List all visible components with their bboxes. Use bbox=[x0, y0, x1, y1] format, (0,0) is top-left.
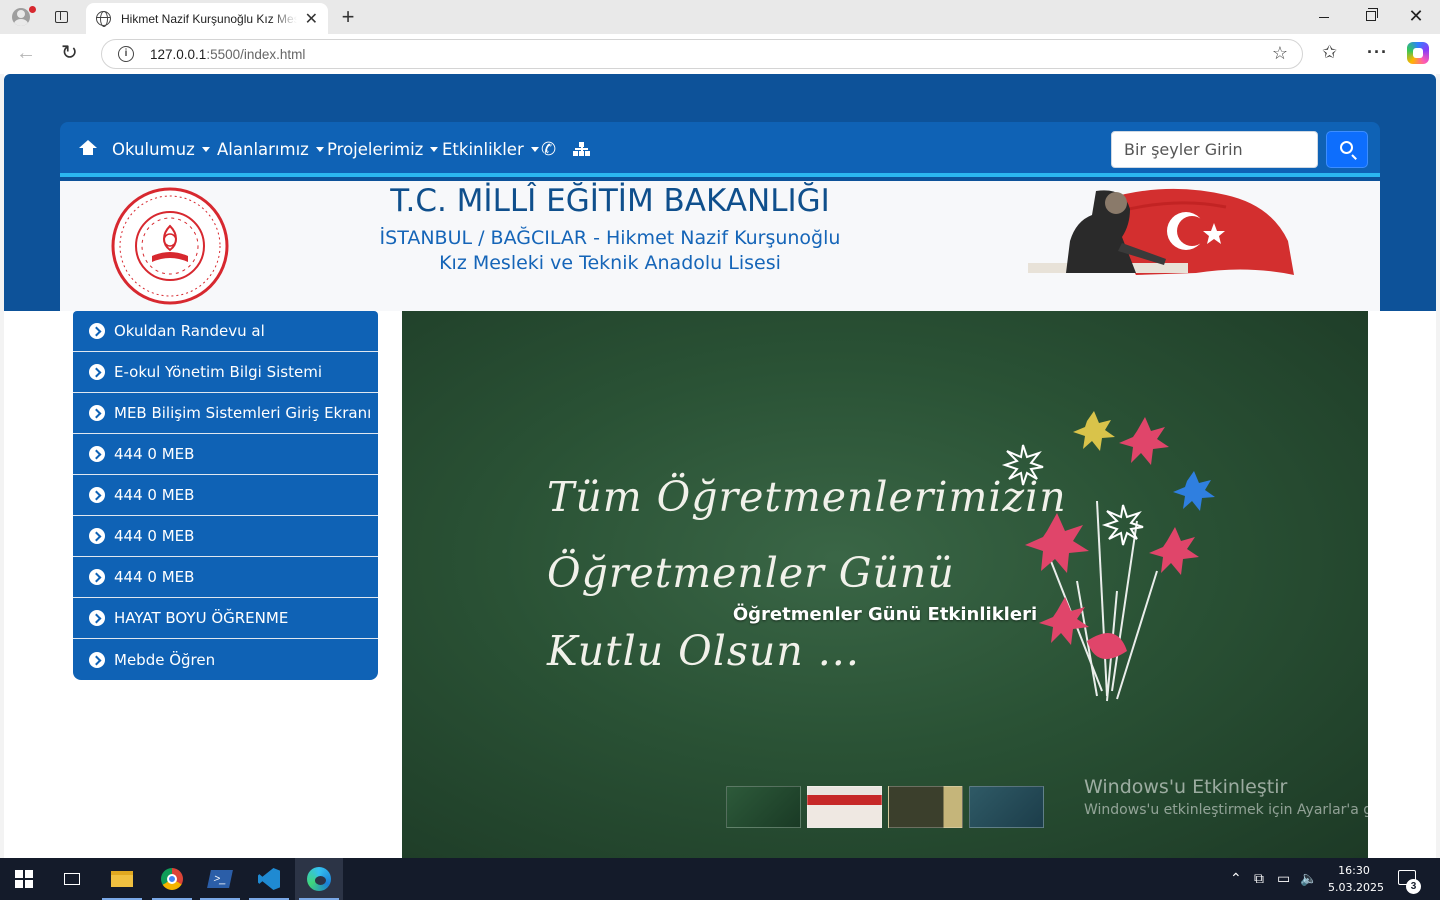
carousel-thumb[interactable] bbox=[969, 786, 1044, 828]
vscode-icon bbox=[258, 868, 280, 890]
chevron-circle-icon bbox=[89, 405, 105, 421]
sidebar-item-mebde-ogren[interactable]: Mebde Öğren bbox=[73, 639, 378, 680]
tab-actions-icon[interactable] bbox=[48, 5, 74, 29]
taskbar-clock[interactable]: 16:30 5.03.2025 bbox=[1328, 862, 1384, 896]
chevron-circle-icon bbox=[89, 446, 105, 462]
carousel-thumb[interactable] bbox=[807, 786, 882, 828]
chevron-circle-icon bbox=[89, 364, 105, 380]
taskbar-chrome[interactable] bbox=[148, 858, 196, 900]
browser-tab-active[interactable]: Hikmet Nazif Kurşunoğlu Kız Mesleki ve T… bbox=[86, 3, 328, 34]
main-navbar: Okulumuz Alanlarımız Projelerimiz Etkinl… bbox=[60, 122, 1380, 177]
task-view-button[interactable] bbox=[48, 858, 96, 900]
sidebar-item-444-0-meb[interactable]: 444 0 MEB bbox=[73, 516, 378, 557]
browser-tab-strip: Hikmet Nazif Kurşunoğlu Kız Mesleki ve T… bbox=[0, 0, 1440, 34]
slide-caption: Öğretmenler Günü Etkinlikleri bbox=[732, 604, 1038, 625]
more-menu-icon[interactable]: ··· bbox=[1367, 42, 1388, 63]
school-subtitle-line1: İSTANBUL / BAĞCILAR - Hikmet Nazif Kurşu… bbox=[379, 227, 841, 249]
nav-alanlarimiz[interactable]: Alanlarımız bbox=[217, 140, 324, 159]
task-view-icon bbox=[64, 873, 80, 885]
search-icon bbox=[1340, 141, 1353, 154]
address-toolbar: ← ↻ i 127.0.0.1:5500/index.html ☆ ✩ ··· bbox=[0, 34, 1440, 74]
carousel-thumb[interactable] bbox=[726, 786, 801, 828]
page-viewport: Okulumuz Alanlarımız Projelerimiz Etkinl… bbox=[4, 74, 1436, 858]
carousel-thumbnails bbox=[726, 786, 1044, 828]
sidebar-item-444-0-meb[interactable]: 444 0 MEB bbox=[73, 475, 378, 516]
news-carousel[interactable]: Tüm Öğretmenlerimizin Öğretmenler Günü K… bbox=[402, 311, 1368, 858]
taskbar-edge[interactable] bbox=[295, 858, 343, 900]
school-subtitle-line2: Kız Mesleki ve Teknik Anadolu Lisesi bbox=[439, 252, 781, 274]
chevron-circle-icon bbox=[89, 610, 105, 626]
sidebar-item-mebbis[interactable]: MEB Bilişim Sistemleri Giriş Ekranı bbox=[73, 393, 378, 434]
caret-down-icon bbox=[201, 147, 210, 152]
favorite-star-icon[interactable]: ☆ bbox=[1272, 43, 1288, 64]
site-info-icon[interactable]: i bbox=[118, 46, 134, 62]
profile-avatar-icon[interactable] bbox=[8, 5, 36, 29]
chrome-icon bbox=[161, 868, 183, 890]
chevron-circle-icon bbox=[89, 651, 105, 668]
start-button[interactable] bbox=[0, 858, 48, 900]
chevron-circle-icon bbox=[89, 323, 105, 339]
reload-icon[interactable]: ↻ bbox=[61, 40, 78, 65]
quick-links-sidebar: Okuldan Randevu al E-okul Yönetim Bilgi … bbox=[73, 311, 378, 680]
nav-projelerimiz[interactable]: Projelerimiz bbox=[327, 140, 439, 159]
caret-down-icon bbox=[315, 147, 324, 152]
sidebar-item-444-0-meb[interactable]: 444 0 MEB bbox=[73, 434, 378, 475]
tray-meet-icon[interactable]: ⧉ bbox=[1254, 870, 1264, 887]
volume-muted-icon[interactable]: 🔈 bbox=[1300, 870, 1317, 887]
carousel-thumb[interactable] bbox=[888, 786, 963, 828]
sitemap-icon[interactable] bbox=[573, 142, 591, 156]
powershell-icon: >_ bbox=[207, 870, 233, 888]
nav-okulumuz[interactable]: Okulumuz bbox=[112, 140, 210, 159]
favorites-icon[interactable]: ✩ bbox=[1322, 42, 1337, 63]
page-title: T.C. MİLLÎ EĞİTİM BAKANLIĞI bbox=[390, 183, 830, 219]
chevron-circle-icon bbox=[89, 569, 105, 585]
tab-close-icon[interactable]: ✕ bbox=[305, 9, 318, 29]
activation-watermark-title: Windows'u Etkinleştir bbox=[1084, 776, 1288, 798]
taskbar-powershell[interactable]: >_ bbox=[196, 858, 244, 900]
windows-logo-icon bbox=[15, 870, 33, 888]
notification-count-badge: 3 bbox=[1406, 879, 1421, 894]
sidebar-item-444-0-meb[interactable]: 444 0 MEB bbox=[73, 557, 378, 598]
window-close-button[interactable]: ✕ bbox=[1406, 6, 1426, 26]
activation-watermark-text: Windows'u etkinleştirmek için Ayarlar'a … bbox=[1084, 802, 1368, 818]
caret-down-icon bbox=[530, 147, 539, 152]
windows-taskbar: >_ ⌃ ⧉ ▭ 🔈 16:30 5.03.2025 3 bbox=[0, 858, 1440, 900]
search-button[interactable] bbox=[1326, 131, 1368, 168]
window-restore-button[interactable] bbox=[1366, 8, 1378, 21]
edge-icon bbox=[307, 867, 331, 891]
chalk-text-line3: Kutlu Olsun ... bbox=[547, 627, 860, 675]
globe-icon bbox=[96, 11, 111, 27]
network-icon[interactable]: ▭ bbox=[1277, 870, 1290, 887]
back-arrow-icon[interactable]: ← bbox=[16, 42, 36, 65]
new-tab-button[interactable]: + bbox=[335, 4, 361, 29]
copilot-icon[interactable] bbox=[1407, 42, 1429, 64]
chevron-circle-icon bbox=[89, 487, 105, 503]
folder-icon bbox=[111, 871, 133, 887]
caret-down-icon bbox=[430, 147, 439, 152]
home-icon[interactable] bbox=[79, 140, 97, 155]
address-bar[interactable]: i 127.0.0.1:5500/index.html ☆ bbox=[101, 39, 1303, 69]
phone-icon[interactable]: ✆ bbox=[541, 139, 556, 160]
tab-title: Hikmet Nazif Kurşunoğlu Kız Mesleki ve T… bbox=[121, 11, 297, 26]
nav-etkinlikler[interactable]: Etkinlikler bbox=[442, 140, 539, 159]
window-minimize-button[interactable] bbox=[1314, 8, 1334, 26]
chevron-circle-icon bbox=[89, 528, 105, 544]
site-header: T.C. MİLLÎ EĞİTİM BAKANLIĞI İSTANBUL / B… bbox=[60, 181, 1380, 311]
ataturk-flag-image bbox=[1028, 188, 1294, 275]
chalk-text-line2: Öğretmenler Günü bbox=[547, 549, 955, 597]
sidebar-item-eokul[interactable]: E-okul Yönetim Bilgi Sistemi bbox=[73, 352, 378, 393]
tray-overflow-chevron-icon[interactable]: ⌃ bbox=[1230, 870, 1242, 887]
taskbar-vscode[interactable] bbox=[245, 858, 293, 900]
taskbar-file-explorer[interactable] bbox=[98, 858, 146, 900]
search-input[interactable] bbox=[1111, 131, 1318, 168]
sidebar-item-hayat-boyu[interactable]: HAYAT BOYU ÖĞRENME bbox=[73, 598, 378, 639]
sidebar-item-randevu[interactable]: Okuldan Randevu al bbox=[73, 311, 378, 352]
url-text[interactable]: 127.0.0.1:5500/index.html bbox=[150, 47, 305, 62]
flower-bouquet-image bbox=[1001, 411, 1215, 702]
